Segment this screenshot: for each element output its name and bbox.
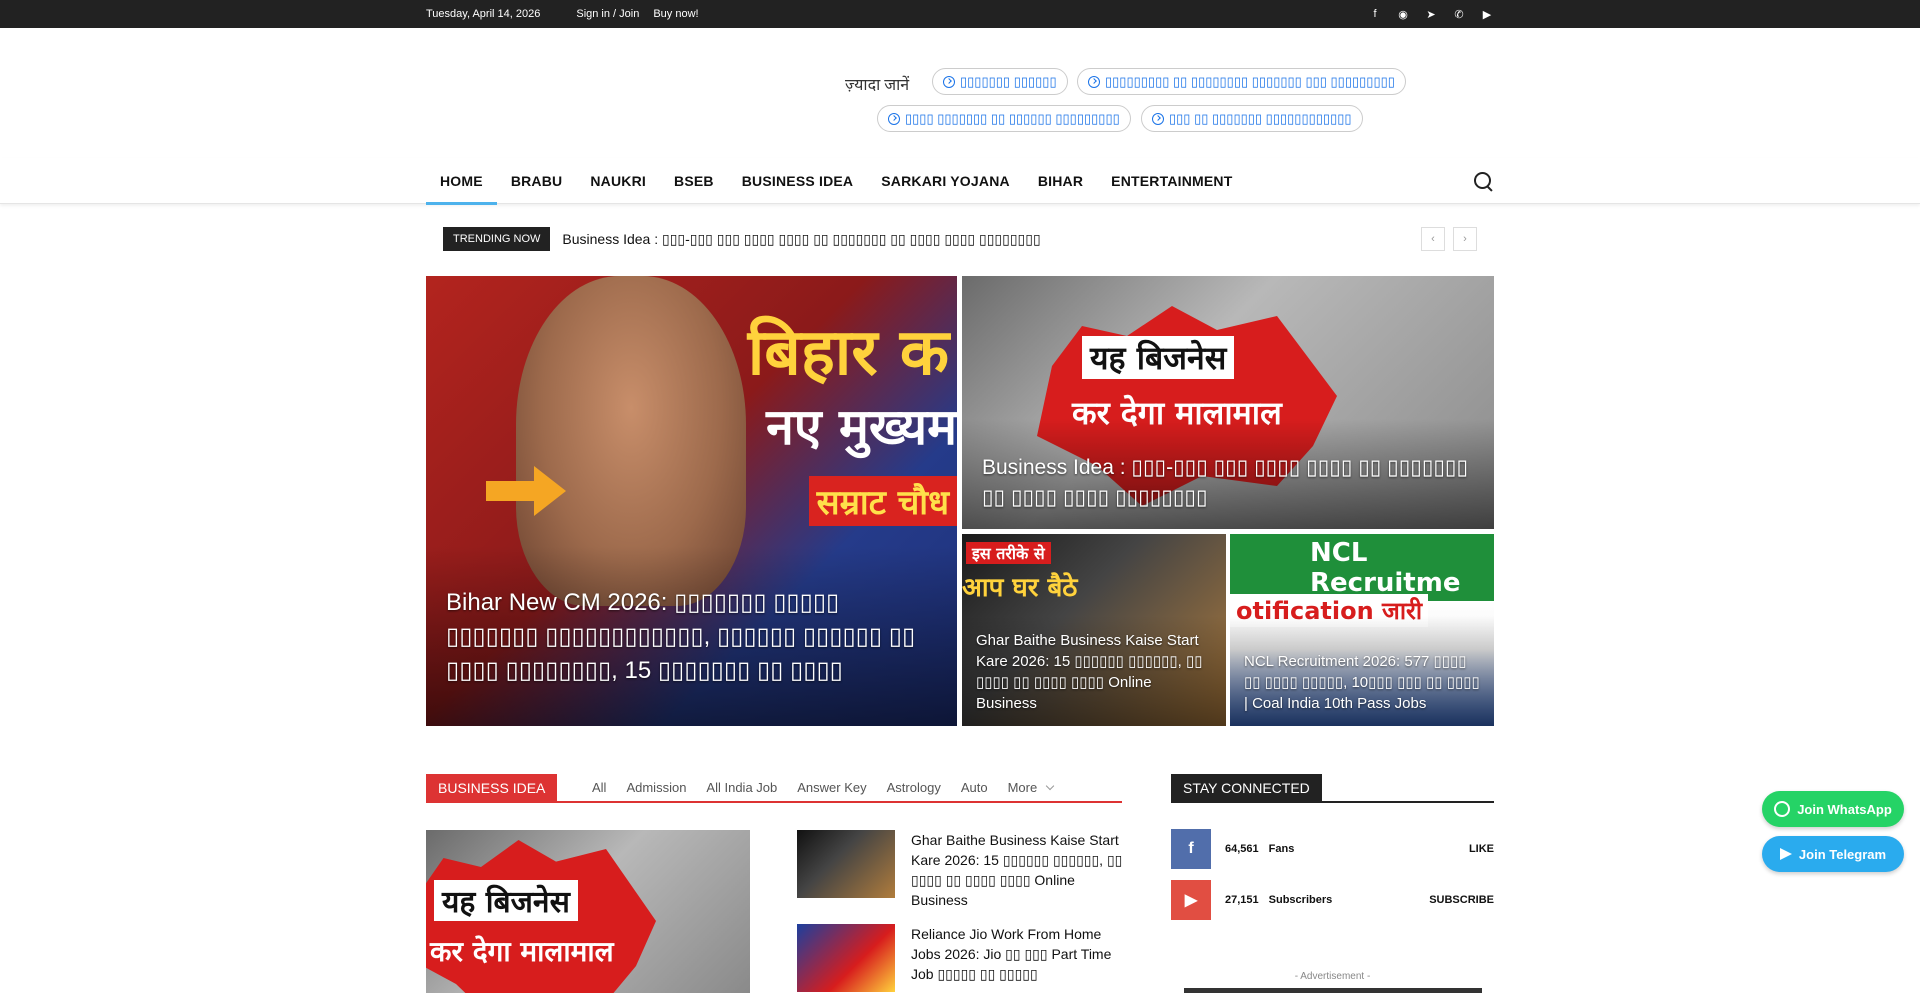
post-title[interactable]: NCL Recruitment 2026: 577 ▯▯▯▯ ▯▯ ▯▯▯▯ ▯…: [1244, 651, 1480, 714]
rss-icon[interactable]: ◉: [1396, 7, 1410, 21]
whatsapp-icon[interactable]: ✆: [1452, 7, 1466, 21]
list-title[interactable]: Reliance Jio Work From Home Jobs 2026: J…: [911, 924, 1123, 992]
pill-label: ▯▯▯ ▯▯ ▯▯▯▯▯▯▯ ▯▯▯▯▯▯▯▯▯▯▯▯: [1169, 110, 1352, 126]
image-text: आप घर बैठे: [962, 573, 1078, 603]
pill-label: ▯▯▯▯▯▯▯▯▯ ▯▯ ▯▯▯▯▯▯▯▯ ▯▯▯▯▯▯▯ ▯▯▯ ▯▯▯▯▯▯…: [1105, 73, 1395, 89]
list-item[interactable]: Ghar Baithe Business Kaise Start Kare 20…: [797, 830, 1123, 910]
nav-brabu[interactable]: BRABU: [497, 158, 577, 204]
stay-connected-header: STAY CONNECTED: [1171, 774, 1494, 803]
tab-admission[interactable]: Admission: [626, 780, 686, 795]
button-label: Join Telegram: [1798, 846, 1887, 862]
related-pill-3[interactable]: ▯▯▯▯ ▯▯▯▯▯▯▯ ▯▯ ▯▯▯▯▯▯ ▯▯▯▯▯▯▯▯▯: [877, 105, 1131, 132]
image-text: यह बिजनेस: [1082, 336, 1235, 379]
next-arrow-icon[interactable]: ›: [1453, 227, 1477, 251]
related-pill-2[interactable]: ▯▯▯▯▯▯▯▯▯ ▯▯ ▯▯▯▯▯▯▯▯ ▯▯▯▯▯▯▯ ▯▯▯ ▯▯▯▯▯▯…: [1077, 68, 1406, 95]
list-thumbnail[interactable]: [797, 924, 895, 992]
advertisement-label: - Advertisement -: [1294, 971, 1371, 982]
section-title: BUSINESS IDEA: [426, 774, 558, 801]
main-nav: HOME BRABU NAUKRI BSEB BUSINESS IDEA SAR…: [0, 158, 1920, 205]
list-thumbnail[interactable]: [797, 830, 895, 898]
section-title: STAY CONNECTED: [1171, 774, 1322, 801]
image-text: इस तरीके से: [966, 542, 1051, 564]
tab-astrology[interactable]: Astrology: [887, 780, 941, 795]
top-bar: Tuesday, April 14, 2026 Sign in / Join B…: [0, 0, 1920, 28]
pill-label: ▯▯▯▯▯▯▯ ▯▯▯▯▯▯: [960, 73, 1057, 89]
telegram-icon: [1779, 848, 1792, 860]
buy-now-link[interactable]: Buy now!: [653, 8, 698, 20]
nav-sarkari-yojana[interactable]: SARKARI YOJANA: [867, 158, 1024, 204]
image-text: सम्राट चौध: [808, 476, 957, 526]
telegram-icon[interactable]: ➤: [1424, 7, 1438, 21]
more-label: ज़्यादा जानें: [845, 77, 910, 94]
trending-bar: TRENDING NOW Business Idea : ▯▯▯-▯▯▯ ▯▯▯…: [443, 227, 1477, 251]
tab-answer-key[interactable]: Answer Key: [797, 780, 866, 795]
image-text: बिहार क: [747, 316, 949, 390]
related-pill-4[interactable]: ▯▯▯ ▯▯ ▯▯▯▯▯▯▯ ▯▯▯▯▯▯▯▯▯▯▯▯: [1141, 105, 1363, 132]
join-telegram-button[interactable]: Join Telegram: [1762, 836, 1904, 872]
tab-all[interactable]: All: [592, 780, 606, 795]
image-text: कर देगा मालामाल: [430, 935, 614, 968]
featured-post-4[interactable]: NCL Recruitme otification जारी NCL Recru…: [1230, 534, 1494, 726]
facebook-icon[interactable]: f: [1368, 7, 1382, 21]
facebook-row: f 64,561 Fans LIKE: [1171, 829, 1494, 869]
tab-auto[interactable]: Auto: [961, 780, 988, 795]
nav-entertainment[interactable]: ENTERTAINMENT: [1097, 158, 1246, 204]
image-text: यह बिजनेस: [434, 880, 578, 921]
featured-post-3[interactable]: इस तरीके से आप घर बैठे Ghar Baithe Busin…: [962, 534, 1226, 726]
arrow-circle-icon: [1152, 112, 1164, 125]
list-item[interactable]: Reliance Jio Work From Home Jobs 2026: J…: [797, 924, 1123, 992]
arrow-circle-icon: [888, 112, 900, 125]
arrow-circle-icon: [1088, 75, 1100, 88]
post-title[interactable]: Bihar New CM 2026: ▯▯▯▯▯▯▯ ▯▯▯▯▯ ▯▯▯▯▯▯▯…: [446, 586, 937, 688]
search-icon[interactable]: [1472, 170, 1494, 192]
header: ज़्यादा जानें ▯▯▯▯▯▯▯ ▯▯▯▯▯▯ ▯▯▯▯▯▯▯▯▯ ▯…: [0, 28, 1920, 158]
nav-bseb[interactable]: BSEB: [660, 158, 728, 204]
youtube-row: ▶ 27,151 Subscribers SUBSCRIBE: [1171, 880, 1494, 920]
pill-label: ▯▯▯▯ ▯▯▯▯▯▯▯ ▯▯ ▯▯▯▯▯▯ ▯▯▯▯▯▯▯▯▯: [905, 110, 1120, 126]
social-icons: f ◉ ➤ ✆ ▶: [1368, 7, 1494, 21]
like-button[interactable]: LIKE: [1469, 843, 1494, 855]
fans-label: Fans: [1268, 843, 1295, 855]
tab-more[interactable]: More: [1008, 780, 1054, 795]
tab-all-india-job[interactable]: All India Job: [706, 780, 777, 795]
subscribers-count: 27,151: [1225, 894, 1259, 906]
section-main-thumbnail[interactable]: यह बिजनेस कर देगा मालामाल: [426, 830, 750, 993]
list-title[interactable]: Ghar Baithe Business Kaise Start Kare 20…: [911, 830, 1123, 910]
nav-naukri[interactable]: NAUKRI: [576, 158, 660, 204]
post-title[interactable]: Ghar Baithe Business Kaise Start Kare 20…: [976, 630, 1212, 714]
featured-main-post[interactable]: बिहार क नए मुख्यम सम्राट चौध Bihar New C…: [426, 276, 957, 726]
nav-business-idea[interactable]: BUSINESS IDEA: [728, 158, 868, 204]
sign-in-link[interactable]: Sign in / Join: [576, 8, 639, 20]
related-pill-1[interactable]: ▯▯▯▯▯▯▯ ▯▯▯▯▯▯: [932, 68, 1068, 95]
subscribers-label: Subscribers: [1268, 894, 1333, 906]
image-text: NCL Recruitme: [1310, 538, 1461, 598]
button-label: Join WhatsApp: [1797, 801, 1892, 817]
featured-post-2[interactable]: यह बिजनेस कर देगा मालामाल Business Idea …: [962, 276, 1494, 529]
youtube-icon[interactable]: ▶: [1480, 7, 1494, 21]
advertisement-banner[interactable]: [1184, 988, 1482, 993]
post-title[interactable]: Business Idea : ▯▯▯-▯▯▯ ▯▯▯ ▯▯▯▯ ▯▯▯▯ ▯▯…: [982, 453, 1474, 513]
nav-home[interactable]: HOME: [426, 158, 497, 205]
whatsapp-icon: [1774, 801, 1791, 817]
facebook-icon: f: [1171, 829, 1211, 869]
prev-arrow-icon[interactable]: ‹: [1421, 227, 1445, 251]
subscribe-button[interactable]: SUBSCRIBE: [1429, 894, 1494, 906]
youtube-icon: ▶: [1171, 880, 1211, 920]
trending-label: TRENDING NOW: [443, 227, 551, 251]
trending-title[interactable]: Business Idea : ▯▯▯-▯▯▯ ▯▯▯ ▯▯▯▯ ▯▯▯▯ ▯▯…: [562, 231, 1040, 248]
nav-bihar[interactable]: BIHAR: [1024, 158, 1097, 204]
image-text: नए मुख्यम: [766, 398, 957, 456]
date-label: Tuesday, April 14, 2026: [426, 8, 541, 20]
fans-count: 64,561: [1225, 843, 1259, 855]
arrow-circle-icon: [943, 75, 955, 88]
business-idea-section-header: BUSINESS IDEA All Admission All India Jo…: [426, 774, 1122, 803]
join-whatsapp-button[interactable]: Join WhatsApp: [1762, 791, 1904, 827]
category-tabs: All Admission All India Job Answer Key A…: [582, 780, 1063, 795]
